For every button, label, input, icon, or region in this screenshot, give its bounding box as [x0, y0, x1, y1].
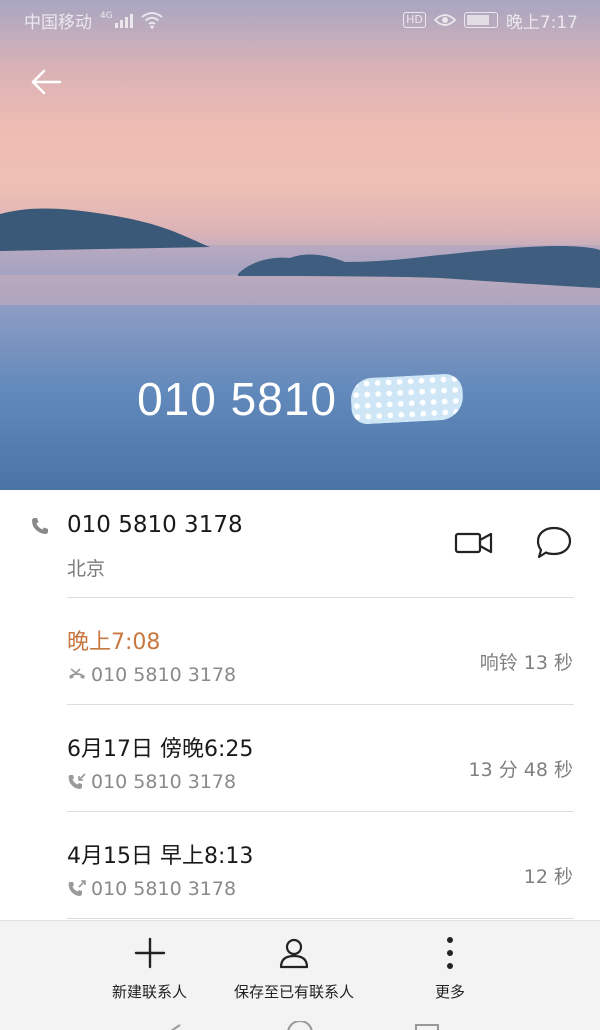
header-number-text: 010 5810 [137, 373, 337, 425]
header-phone-number: 010 5810 [0, 372, 600, 426]
save-to-existing-button[interactable]: 保存至已有联系人 [234, 935, 354, 1002]
plus-icon [130, 935, 170, 971]
video-call-button[interactable] [454, 528, 494, 558]
system-nav-bar [0, 1018, 600, 1030]
call-log-item[interactable]: 4月15日 早上8:13 010 5810 3178 12 秒 [0, 812, 600, 919]
save-to-existing-label: 保存至已有联系人 [234, 983, 355, 1001]
eye-comfort-icon [433, 14, 456, 26]
call-time: 晚上7:08 [67, 630, 161, 655]
call-log-item[interactable]: 晚上7:08 010 5810 3178 响铃 13 秒 [0, 598, 600, 705]
call-duration: 12 秒 [523, 866, 573, 888]
incoming-call-icon [68, 773, 86, 789]
person-icon [274, 935, 314, 971]
back-button[interactable] [26, 62, 66, 102]
redaction-patch [349, 373, 465, 425]
new-contact-button[interactable]: 新建联系人 [112, 935, 187, 1002]
signal-icon: 4G [100, 12, 133, 28]
missed-call-icon [69, 668, 85, 679]
arrow-left-icon [31, 69, 62, 95]
carrier-name: 中国移动 [24, 12, 92, 33]
wifi-icon [141, 12, 163, 29]
contact-location: 北京 [67, 558, 106, 580]
message-button[interactable] [534, 524, 574, 562]
phone-icon [32, 518, 48, 534]
more-button[interactable]: 更多 [430, 935, 470, 1002]
call-time: 6月17日 傍晚6:25 [67, 737, 254, 762]
bottom-action-bar: 新建联系人 保存至已有联系人 更多 [0, 920, 600, 1030]
divider [67, 918, 574, 919]
more-vert-icon [430, 935, 470, 971]
call-log-item[interactable]: 6月17日 傍晚6:25 010 5810 3178 13 分 48 秒 [0, 705, 600, 812]
status-time: 晚上7:17 [505, 12, 578, 33]
nav-back-icon [170, 1024, 181, 1030]
status-bar: 中国移动 4G HD 晚上7:17 [0, 0, 600, 40]
call-number: 010 5810 3178 [91, 771, 237, 793]
contact-number: 010 5810 3178 [67, 512, 243, 538]
number-row[interactable]: 010 5810 3178 北京 [0, 490, 600, 598]
call-detail: 010 5810 3178 [67, 878, 236, 900]
call-duration: 响铃 13 秒 [479, 652, 573, 674]
new-contact-label: 新建联系人 [112, 983, 188, 1001]
video-call-icon [454, 532, 493, 554]
call-time: 4月15日 早上8:13 [67, 844, 254, 869]
more-label: 更多 [434, 983, 465, 1001]
call-detail: 010 5810 3178 [67, 664, 236, 686]
nav-recents-icon [415, 1024, 439, 1030]
outgoing-call-icon [68, 880, 86, 896]
nav-home-icon [287, 1020, 313, 1030]
message-icon [536, 526, 572, 559]
call-duration: 13 分 48 秒 [468, 759, 573, 781]
call-number: 010 5810 3178 [91, 664, 237, 686]
hd-badge: HD [403, 12, 426, 28]
battery-icon [463, 12, 498, 28]
call-detail: 010 5810 3178 [67, 771, 236, 793]
call-number: 010 5810 3178 [91, 878, 237, 900]
contact-detail-card: 010 5810 3178 北京 晚上7:08 010 5810 3178 响铃… [0, 490, 600, 920]
